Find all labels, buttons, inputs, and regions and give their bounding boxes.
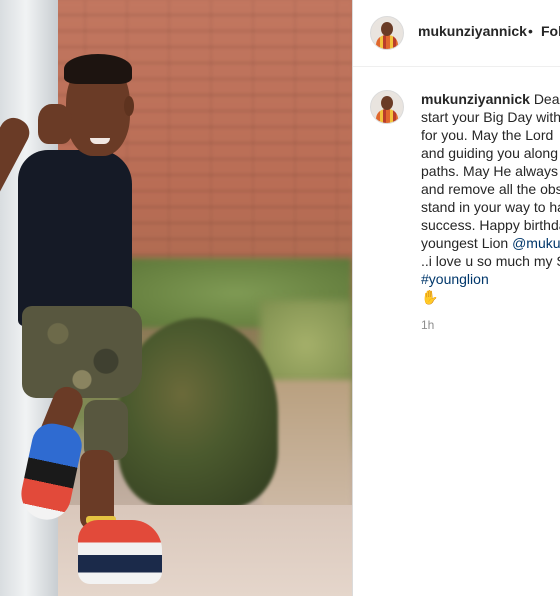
caption-line: for you. May the Lord bbox=[421, 127, 554, 143]
raised-hand-icon: ✋ bbox=[421, 289, 439, 305]
boy-hair bbox=[64, 54, 132, 84]
boy-smile bbox=[90, 138, 110, 144]
caption-line: success. Happy birthda bbox=[421, 217, 560, 233]
caption-line: stand in your way to ha bbox=[421, 199, 560, 215]
boy-shirt bbox=[18, 150, 132, 326]
mention-link[interactable]: @muku bbox=[512, 235, 560, 251]
header-separator: • bbox=[528, 23, 533, 39]
post-header: mukunziyannick • Foll bbox=[353, 0, 560, 67]
caption-line: and remove all the obs bbox=[421, 181, 560, 197]
boy-ear bbox=[124, 96, 134, 116]
post-photo[interactable] bbox=[0, 0, 352, 596]
boy-shorts bbox=[22, 306, 142, 398]
caption-avatar[interactable] bbox=[370, 90, 404, 124]
follow-button[interactable]: Foll bbox=[541, 23, 560, 39]
header-username[interactable]: mukunziyannick bbox=[418, 23, 527, 39]
caption-line: and guiding you along bbox=[421, 145, 559, 161]
hedge-right bbox=[260, 300, 352, 390]
avatar[interactable] bbox=[370, 16, 404, 50]
caption-line: start your Big Day with bbox=[421, 109, 560, 125]
caption-line: Dear bbox=[533, 91, 560, 107]
caption-username[interactable]: mukunziyannick bbox=[421, 91, 530, 107]
hashtag-link[interactable]: #younglion bbox=[421, 271, 489, 287]
post-caption: mukunziyannick Dear start your Big Day w… bbox=[421, 90, 560, 306]
caption-line: paths. May He always bbox=[421, 163, 558, 179]
sneaker-right bbox=[78, 520, 162, 584]
post-side-panel: mukunziyannick • Foll mukunziyannick Dea… bbox=[352, 0, 560, 596]
post-timestamp[interactable]: 1h bbox=[421, 318, 434, 332]
caption-line: youngest Lion bbox=[421, 235, 509, 251]
bush bbox=[118, 318, 278, 508]
caption-line: ..i love u so much my S bbox=[421, 253, 560, 269]
boy-hand bbox=[38, 104, 72, 144]
